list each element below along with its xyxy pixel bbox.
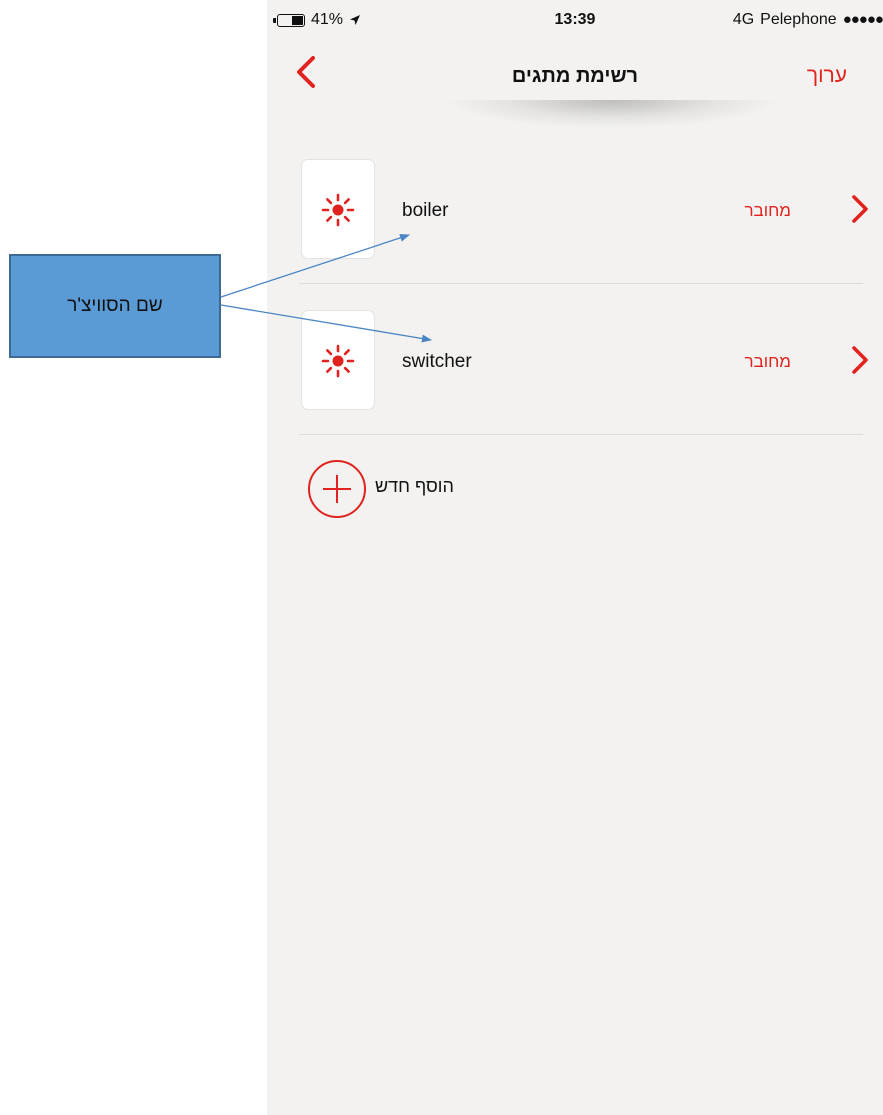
plus-circle-icon bbox=[308, 460, 366, 518]
chevron-right-icon bbox=[852, 346, 868, 374]
device-row-switcher[interactable]: switcher מחובר bbox=[267, 286, 883, 436]
phone-screen: 41% 13:39 4G Pelephone ●●●●● רשימת מתגים… bbox=[267, 0, 883, 1115]
chevron-right-icon bbox=[852, 195, 868, 223]
edit-button[interactable]: ערוך bbox=[807, 64, 847, 88]
connection-status: מחובר bbox=[744, 201, 791, 220]
carrier-info: 4G Pelephone ●●●●● bbox=[733, 11, 883, 29]
sun-icon bbox=[321, 193, 355, 227]
add-new-button[interactable]: הוסף חדש bbox=[307, 455, 547, 518]
device-icon-box bbox=[301, 159, 375, 259]
status-bar: 41% 13:39 4G Pelephone ●●●●● bbox=[267, 0, 883, 40]
device-name: boiler bbox=[402, 200, 449, 221]
signal-strength-icon: ●●●●● bbox=[842, 11, 883, 28]
add-new-label: הוסף חדש bbox=[375, 476, 454, 496]
annotation-callout: שם הסוויצ'ר bbox=[9, 254, 221, 358]
row-divider bbox=[299, 283, 863, 284]
annotation-text: שם הסוויצ'ר bbox=[67, 295, 163, 316]
device-row-boiler[interactable]: boiler מחובר bbox=[267, 135, 883, 285]
row-divider bbox=[299, 434, 863, 435]
nav-shadow bbox=[447, 100, 777, 128]
network-type: 4G bbox=[732, 11, 755, 28]
carrier-name: Pelephone bbox=[760, 11, 837, 28]
page-title: רשימת מתגים bbox=[511, 65, 639, 87]
device-icon-box bbox=[301, 310, 375, 410]
device-name: switcher bbox=[402, 351, 472, 372]
sun-icon bbox=[321, 344, 355, 378]
connection-status: מחובר bbox=[744, 352, 791, 371]
nav-bar: רשימת מתגים ערוך bbox=[267, 44, 883, 104]
